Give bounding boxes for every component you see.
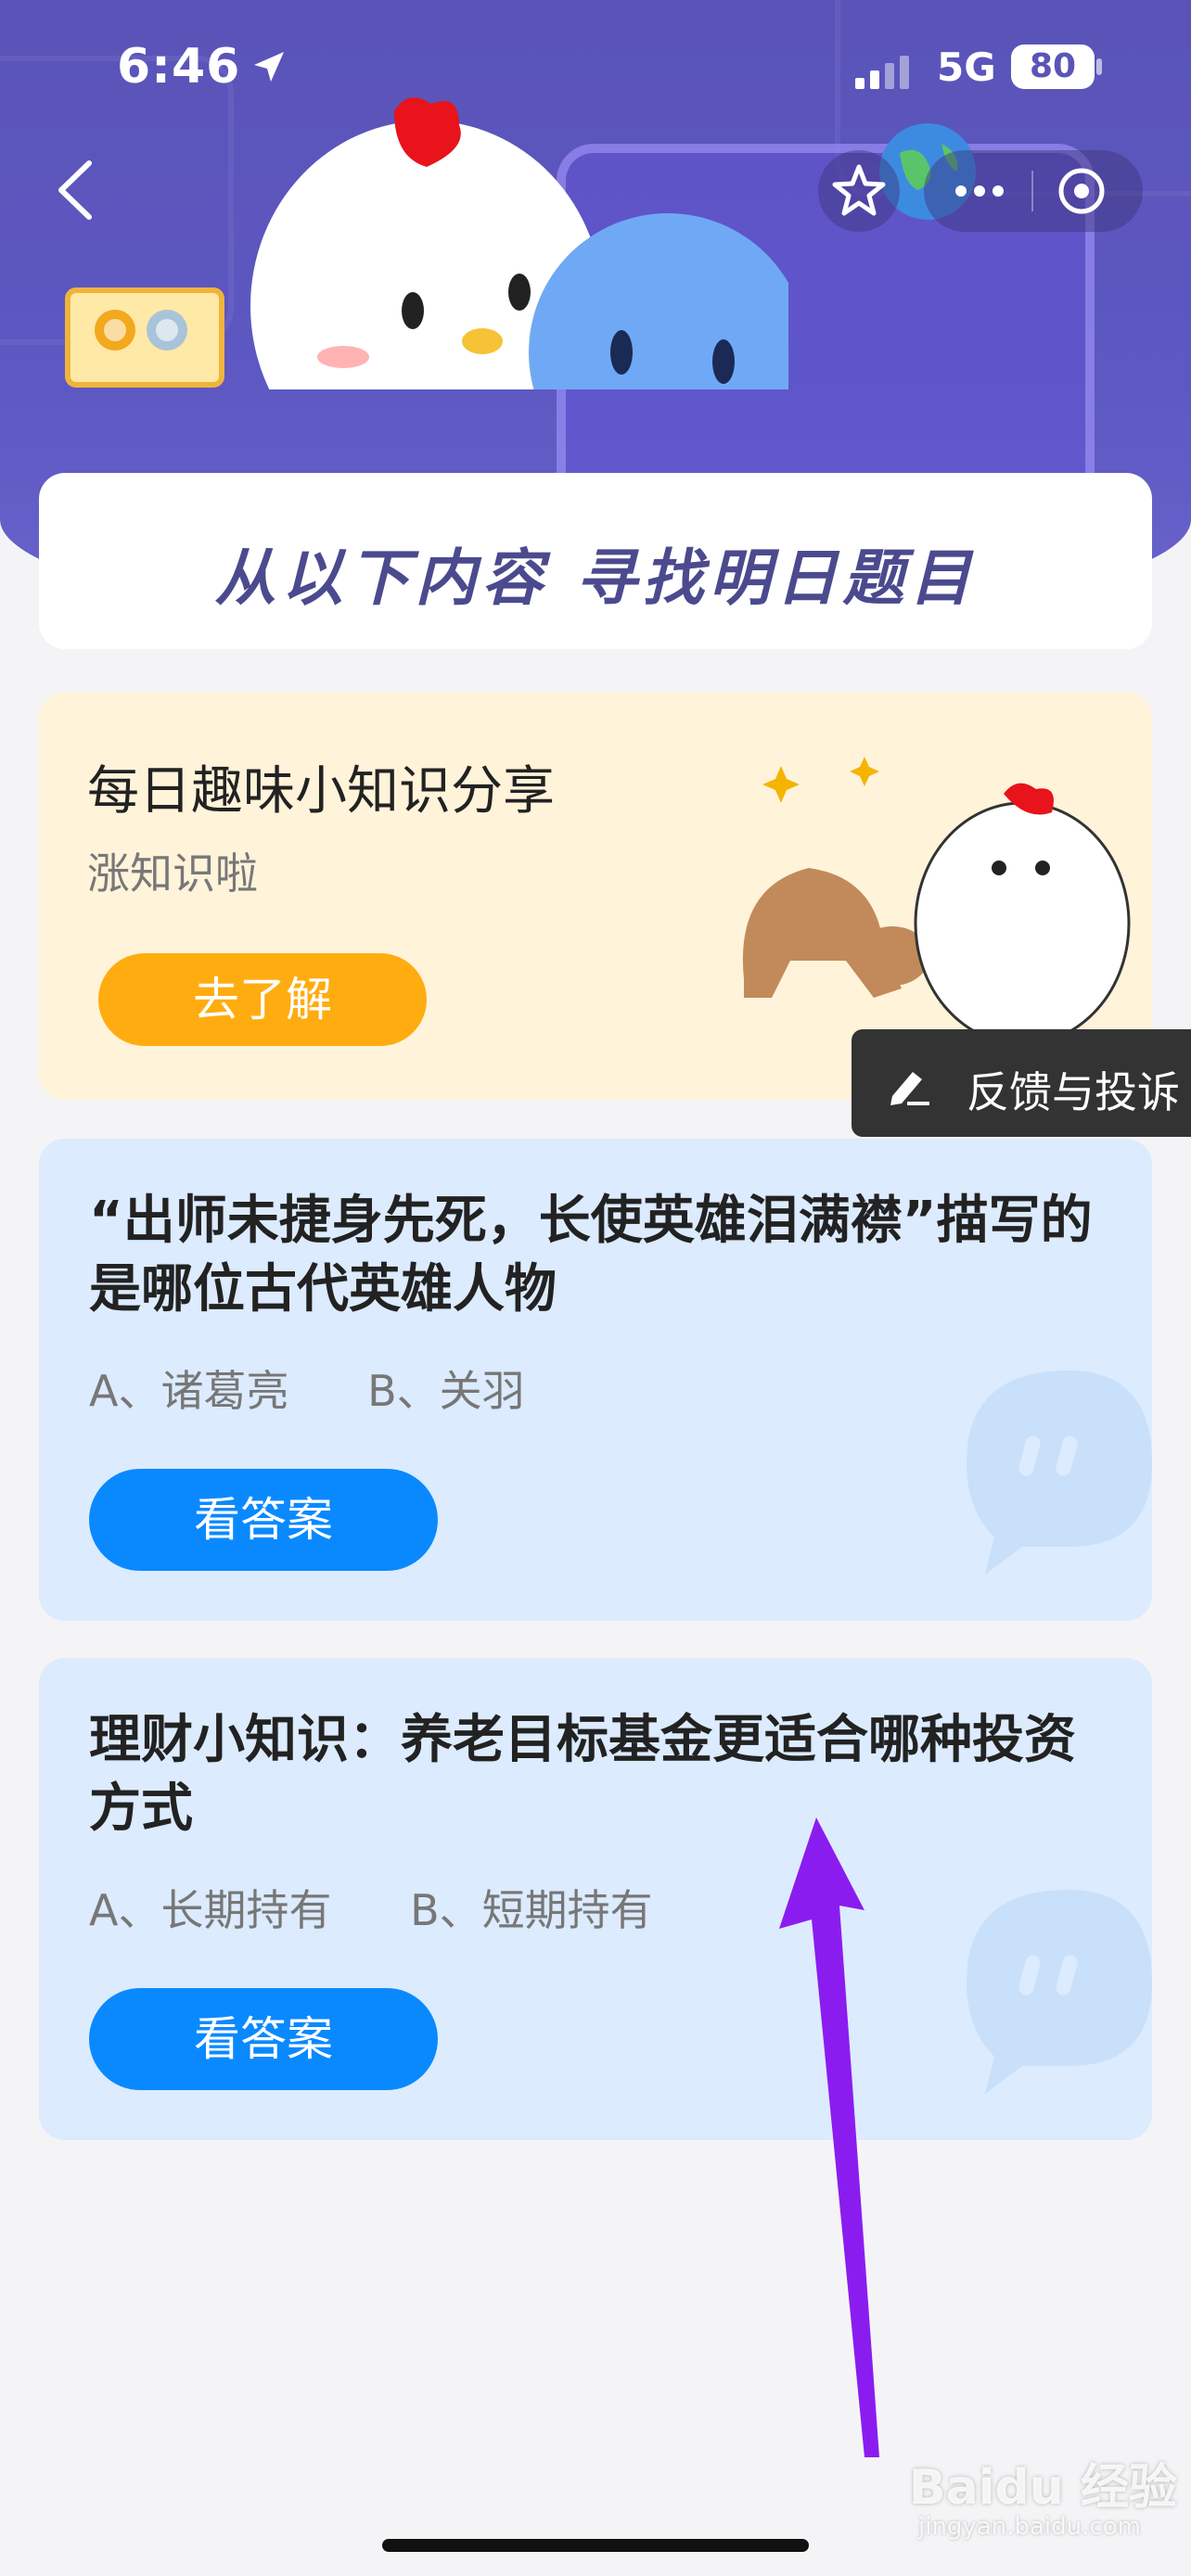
status-bar: 6:46 5G 80 <box>0 0 1191 139</box>
question-title: “出师未捷身先死，长使英雄泪满襟”描写的是哪位古代英雄人物 <box>89 1191 1093 1320</box>
cat-and-chick-illustration <box>742 757 1131 1046</box>
chat-bubble-decoration-icon <box>967 1371 1152 1575</box>
status-time: 6:46 <box>117 39 241 95</box>
annotation-arrow-icon <box>779 1817 879 2457</box>
promo-subtitle: 涨知识啦 <box>87 848 258 899</box>
view-answer-button[interactable]: 看答案 <box>89 1988 438 2090</box>
learn-more-button[interactable]: 去了解 <box>98 953 427 1046</box>
option-a: A、诸葛亮 <box>89 1366 289 1416</box>
banner-title: 从以下内容 寻找明日题目 <box>214 542 977 614</box>
section-banner: 从以下内容 寻找明日题目 <box>39 473 1152 649</box>
location-arrow-icon <box>254 52 284 82</box>
favorite-button[interactable] <box>818 150 900 232</box>
option-a: A、长期持有 <box>89 1885 332 1935</box>
battery-cap <box>1096 58 1102 75</box>
medal-plaque-illustration <box>65 287 224 388</box>
option-b: B、短期持有 <box>410 1885 653 1935</box>
feedback-button[interactable]: 反馈与投诉 <box>852 1029 1191 1137</box>
question-options: A、长期持有 B、短期持有 <box>89 1877 718 1938</box>
baidu-watermark: Baidu 经验 <box>909 2460 1177 2516</box>
view-answer-button[interactable]: 看答案 <box>89 1469 438 1571</box>
feedback-label: 反馈与投诉 <box>967 1067 1180 1117</box>
baidu-watermark-url: jingyan.baidu.com <box>918 2513 1141 2541</box>
chat-bubble-decoration-icon <box>967 1890 1152 2094</box>
question-card: 理财小知识：养老目标基金更适合哪种投资方式 A、长期持有 B、短期持有 看答案 <box>39 1658 1152 2140</box>
promo-title: 每日趣味小知识分享 <box>87 761 555 822</box>
question-options: A、诸葛亮 B、关羽 <box>89 1358 590 1419</box>
question-title: 理财小知识：养老目标基金更适合哪种投资方式 <box>89 1710 1076 1839</box>
question-card: “出师未捷身先死，长使英雄泪满襟”描写的是哪位古代英雄人物 A、诸葛亮 B、关羽… <box>39 1139 1152 1621</box>
mini-program-capsule <box>924 150 1143 232</box>
more-button[interactable] <box>924 150 1031 232</box>
back-chevron-icon[interactable] <box>48 158 104 223</box>
close-mini-program-button[interactable] <box>1033 150 1143 232</box>
medal-icon <box>95 310 187 351</box>
cellular-signal-icon <box>855 56 909 89</box>
option-b: B、关羽 <box>367 1366 525 1416</box>
star-icon <box>832 164 886 216</box>
more-dots-icon <box>955 185 1004 197</box>
network-type: 5G <box>937 45 996 90</box>
target-circle-icon <box>1058 168 1105 214</box>
battery-level: 80 <box>1011 45 1095 89</box>
home-indicator[interactable] <box>382 2539 809 2552</box>
edit-icon <box>890 1072 929 1105</box>
